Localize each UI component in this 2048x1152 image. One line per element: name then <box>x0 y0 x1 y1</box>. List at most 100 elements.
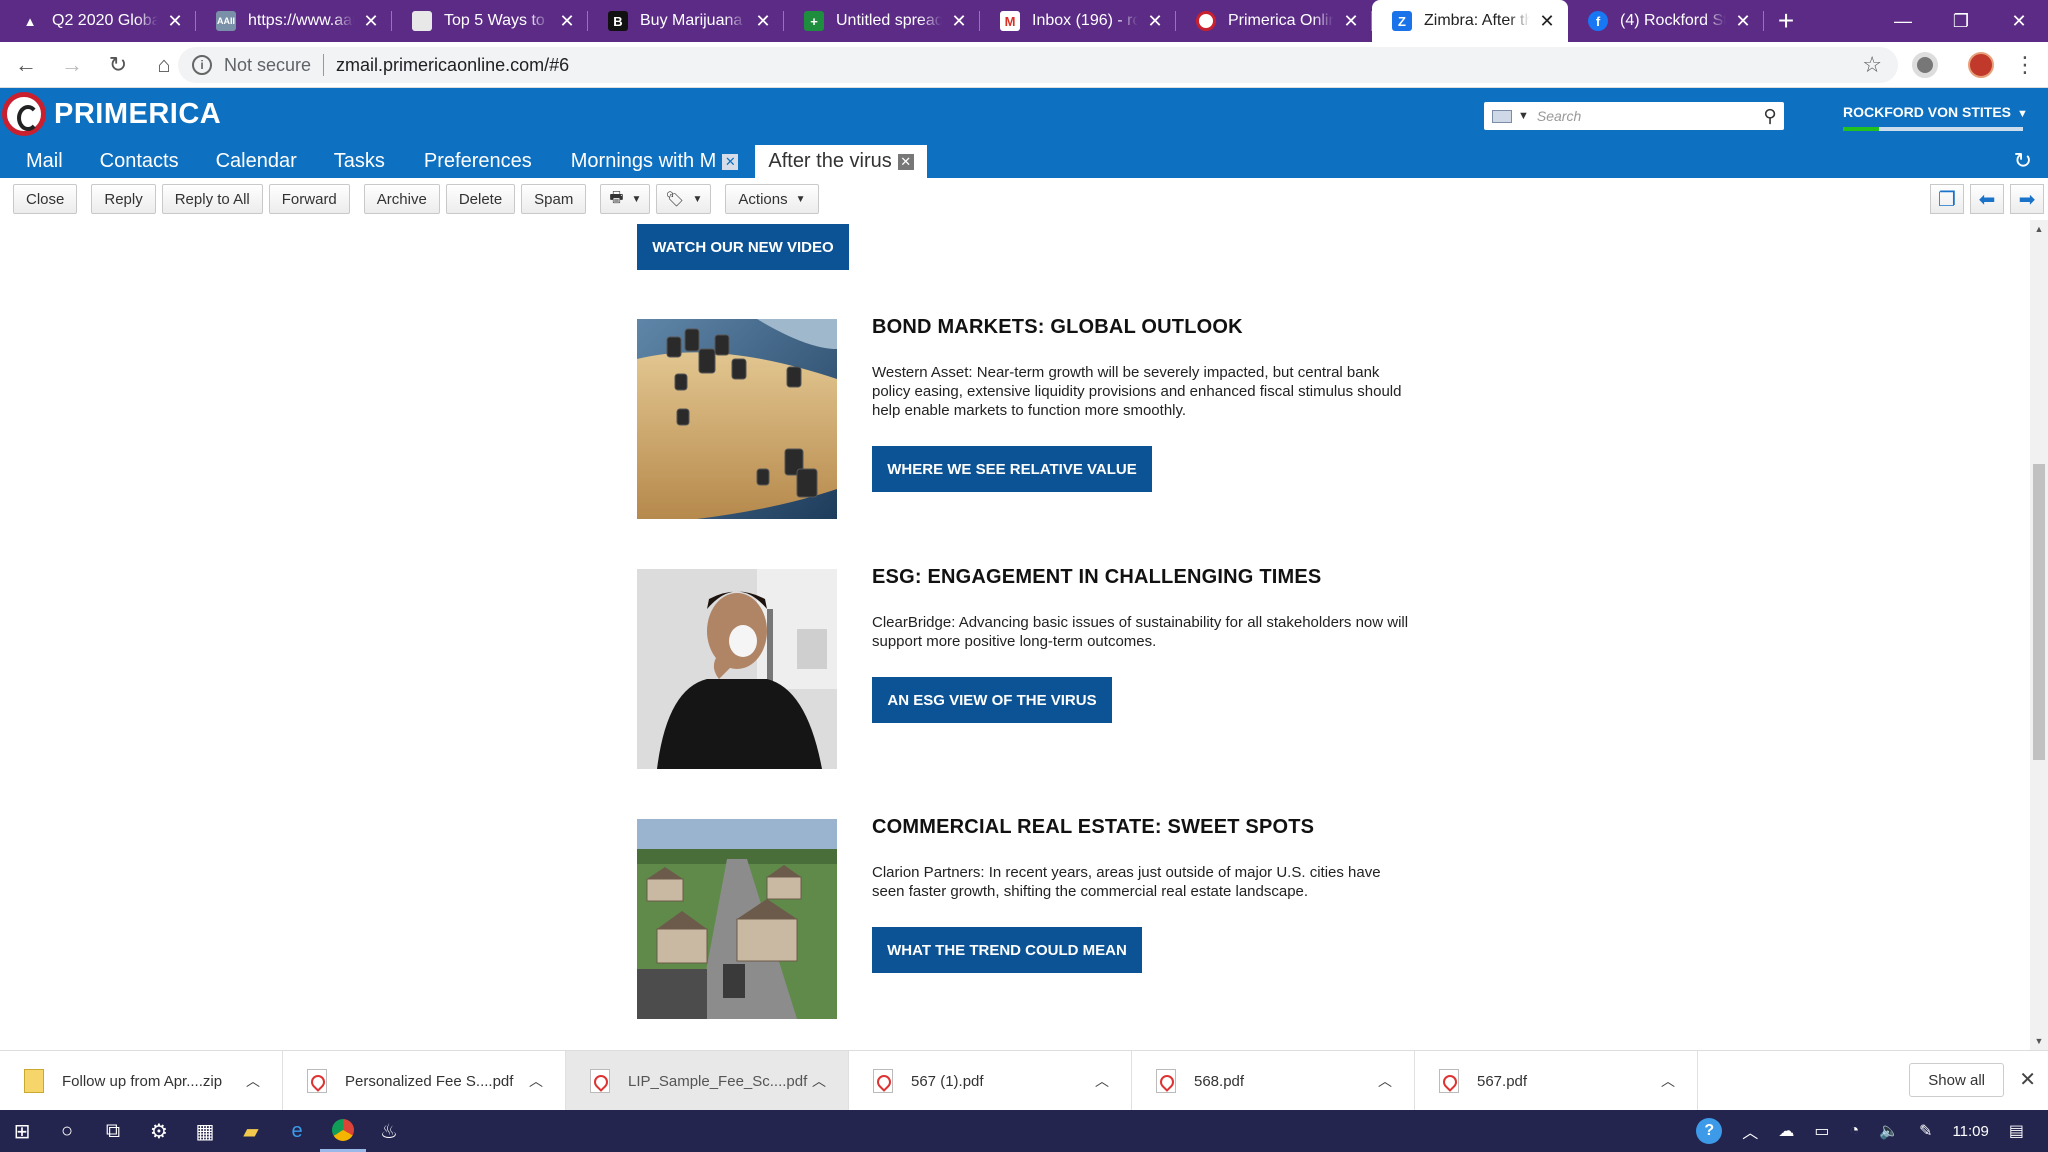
tab-preferences[interactable]: Preferences <box>398 145 545 178</box>
tab-close-icon[interactable]: ✕ <box>1536 11 1558 32</box>
wifi-icon[interactable]: ◔ <box>1849 1122 1859 1140</box>
chevron-up-icon[interactable]: ︿ <box>1742 1119 1758 1143</box>
delete-button[interactable]: Delete <box>445 184 516 214</box>
browser-tab[interactable]: Primerica Online ✕ <box>1176 0 1372 42</box>
calculator-icon[interactable]: ▦ <box>182 1110 228 1152</box>
reply-button[interactable]: Reply <box>91 184 156 214</box>
browser-tab[interactable]: AAII https://www.aaii.c ✕ <box>196 0 392 42</box>
tab-close-icon[interactable]: ✕ <box>948 11 970 32</box>
tab-calendar[interactable]: Calendar <box>192 145 310 178</box>
open-in-window-icon[interactable]: ❐ <box>1930 184 1964 214</box>
tab-contacts[interactable]: Contacts <box>76 145 192 178</box>
extension-icon[interactable] <box>1912 52 1938 78</box>
watch-video-button[interactable]: WATCH OUR NEW VIDEO <box>637 224 849 270</box>
browser-tab-active[interactable]: Z Zimbra: After the ✕ <box>1372 0 1568 42</box>
scroll-up-icon[interactable]: ▲ <box>2030 224 2048 234</box>
reply-all-button[interactable]: Reply to All <box>161 184 263 214</box>
browser-tab[interactable]: Top 5 Ways to Cr ✕ <box>392 0 588 42</box>
chevron-up-icon[interactable]: ︿ <box>1095 1071 1109 1091</box>
profile-avatar[interactable] <box>1968 52 1994 78</box>
tab-tasks[interactable]: Tasks <box>310 145 398 178</box>
browser-tab[interactable]: M Inbox (196) - rock ✕ <box>980 0 1176 42</box>
spam-button[interactable]: Spam <box>521 184 587 214</box>
relative-value-button[interactable]: WHERE WE SEE RELATIVE VALUE <box>872 446 1152 492</box>
chevron-up-icon[interactable]: ︿ <box>246 1071 260 1091</box>
chevron-up-icon[interactable]: ︿ <box>529 1071 543 1091</box>
print-button[interactable]: 🖶 ▼ <box>600 184 651 214</box>
tab-close-icon[interactable]: ✕ <box>360 11 382 32</box>
actions-menu[interactable]: Actions ▼ <box>725 184 819 214</box>
chevron-down-icon[interactable]: ▼ <box>1518 110 1529 122</box>
close-tab-icon[interactable]: ✕ <box>722 153 739 170</box>
man-with-mask-image[interactable] <box>637 569 837 769</box>
chrome-menu-icon[interactable]: ⋮ <box>2014 52 2036 78</box>
help-icon[interactable]: ? <box>1696 1118 1723 1144</box>
refresh-icon[interactable]: ↻ <box>2014 148 2032 174</box>
primerica-logo[interactable]: PRIMERICA <box>2 92 221 136</box>
task-view-icon[interactable]: ⧉ <box>90 1110 136 1152</box>
download-item[interactable]: 567.pdf ︿ <box>1415 1051 1698 1111</box>
edge-browser-icon[interactable]: e <box>274 1110 320 1152</box>
tab-close-icon[interactable]: ✕ <box>1144 11 1166 32</box>
tab-close-icon[interactable]: ✕ <box>1340 11 1362 32</box>
browser-tab[interactable]: + Untitled spreadsh ✕ <box>784 0 980 42</box>
reload-icon[interactable]: ↻ <box>98 45 138 85</box>
browser-tab[interactable]: ▲ Q2 2020 Global D ✕ <box>0 0 196 42</box>
windows-start-icon[interactable]: ⊞ <box>0 1110 44 1152</box>
search-icon[interactable]: ⚲ <box>1756 106 1784 127</box>
steam-icon[interactable]: ♨ <box>366 1110 412 1152</box>
info-icon[interactable]: i <box>192 55 212 75</box>
scroll-thumb[interactable] <box>2033 464 2045 760</box>
cortana-search-icon[interactable]: ○ <box>44 1110 90 1152</box>
oil-barrels-on-map-image[interactable] <box>637 319 837 519</box>
onedrive-icon[interactable]: ☁ <box>1778 1121 1794 1141</box>
tab-after-the-virus[interactable]: After the virus ✕ <box>755 145 927 178</box>
scroll-down-icon[interactable]: ▼ <box>2030 1036 2048 1046</box>
tab-close-icon[interactable]: ✕ <box>1732 11 1754 32</box>
download-item[interactable]: Follow up from Apr....zip ︿ <box>0 1051 283 1111</box>
download-item[interactable]: LIP_Sample_Fee_Sc....pdf ︿ <box>566 1051 849 1111</box>
new-tab-button[interactable]: + <box>1764 0 1808 42</box>
close-window-icon[interactable]: ✕ <box>1990 0 2048 42</box>
tab-mail[interactable]: Mail <box>0 145 76 178</box>
close-button[interactable]: Close <box>13 184 78 214</box>
mail-search-scope-icon[interactable] <box>1492 109 1512 123</box>
file-explorer-icon[interactable]: ▰ <box>228 1110 274 1152</box>
tag-button[interactable]: 🏷 ▼ <box>656 184 712 214</box>
forward-icon[interactable]: → <box>52 45 92 85</box>
forward-button[interactable]: Forward <box>268 184 350 214</box>
clock-time[interactable]: 11:09 <box>1952 1123 1988 1140</box>
chevron-up-icon[interactable]: ︿ <box>1661 1071 1675 1091</box>
volume-icon[interactable]: 🔈 <box>1879 1121 1899 1141</box>
next-message-icon[interactable]: ➡ <box>2010 184 2044 214</box>
user-menu[interactable]: ROCKFORD VON STITES ▼ <box>1843 104 2028 120</box>
show-all-downloads-button[interactable]: Show all <box>1909 1063 2004 1097</box>
archive-button[interactable]: Archive <box>363 184 440 214</box>
previous-message-icon[interactable]: ⬅ <box>1970 184 2004 214</box>
message-scrollbar[interactable]: ▲ ▼ <box>2030 220 2048 1050</box>
restore-icon[interactable]: ❐ <box>1932 0 1990 42</box>
pen-icon[interactable]: ✎ <box>1919 1121 1932 1141</box>
download-item[interactable]: Personalized Fee S....pdf ︿ <box>283 1051 566 1111</box>
chevron-up-icon[interactable]: ︿ <box>812 1071 826 1091</box>
close-downloads-icon[interactable]: ✕ <box>2019 1067 2036 1092</box>
back-icon[interactable]: ← <box>6 45 46 85</box>
battery-icon[interactable]: ▭ <box>1814 1121 1829 1141</box>
search-input[interactable]: Search <box>1537 108 1756 124</box>
chevron-up-icon[interactable]: ︿ <box>1378 1071 1392 1091</box>
minimize-icon[interactable]: — <box>1874 0 1932 42</box>
browser-tab[interactable]: f (4) Rockford Stite ✕ <box>1568 0 1764 42</box>
suburban-houses-aerial-image[interactable] <box>637 819 837 1019</box>
notifications-icon[interactable]: ▤ <box>2009 1121 2024 1141</box>
tab-close-icon[interactable]: ✕ <box>556 11 578 32</box>
url-field[interactable]: i Not secure zmail.primericaonline.com/#… <box>178 47 1898 83</box>
trend-meaning-button[interactable]: WHAT THE TREND COULD MEAN <box>872 927 1142 973</box>
download-item[interactable]: 567 (1).pdf ︿ <box>849 1051 1132 1111</box>
tab-mornings-with-m[interactable]: Mornings with M ✕ <box>545 145 752 178</box>
chrome-browser-icon[interactable] <box>320 1110 366 1152</box>
download-item[interactable]: 568.pdf ︿ <box>1132 1051 1415 1111</box>
esg-view-button[interactable]: AN ESG VIEW OF THE VIRUS <box>872 677 1112 723</box>
settings-gear-icon[interactable]: ⚙ <box>136 1110 182 1152</box>
bookmark-star-icon[interactable]: ☆ <box>1862 52 1882 78</box>
close-tab-icon[interactable]: ✕ <box>897 153 914 170</box>
